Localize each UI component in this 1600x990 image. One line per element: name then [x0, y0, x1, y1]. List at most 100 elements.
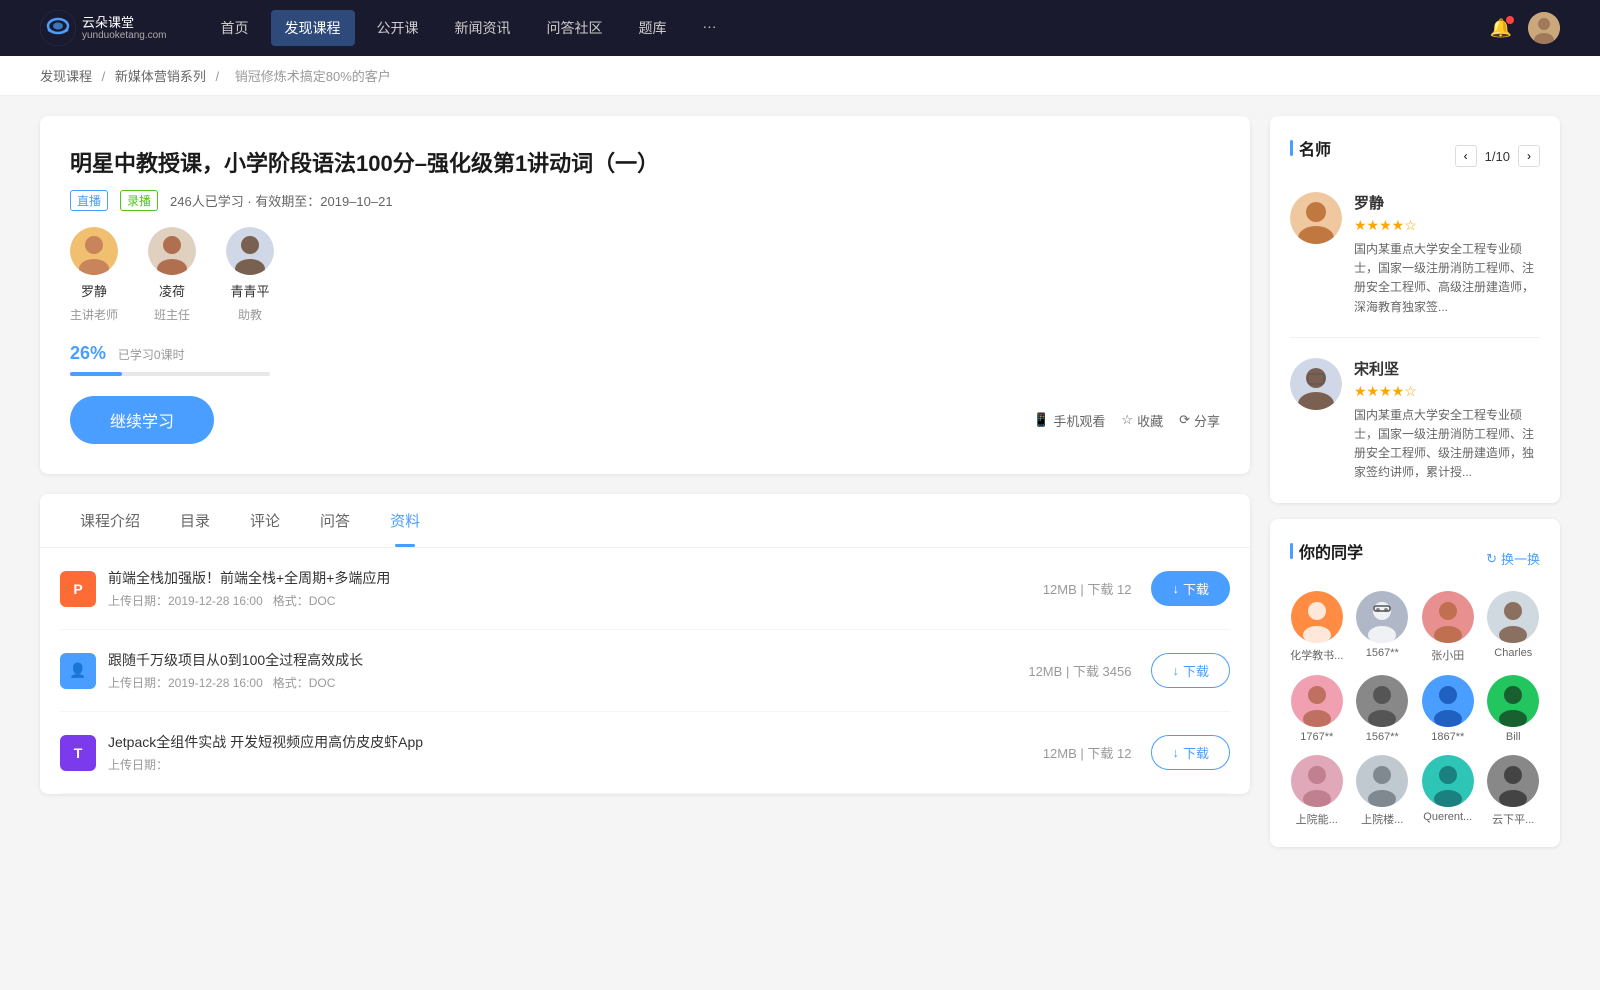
breadcrumb-link-discover[interactable]: 发现课程: [40, 69, 92, 84]
bell-icon[interactable]: 🔔: [1490, 18, 1512, 39]
teachers-prev-button[interactable]: ‹: [1455, 145, 1477, 167]
student-avatar-8: [1487, 675, 1539, 727]
student-item-7: 1867**: [1421, 675, 1475, 743]
teacher-name-1: 罗静: [81, 281, 107, 300]
material-stats-3: 12MB | 下载 12: [1043, 743, 1132, 762]
progress-sub: 已学习0课时: [118, 348, 185, 362]
tabs-section: 课程介绍 目录 评论 问答 资料 P 前端全栈加强版！前端全栈+全周期+多端应用…: [40, 494, 1250, 794]
download-button-2[interactable]: ↓ 下载: [1151, 653, 1230, 688]
tab-review[interactable]: 评论: [230, 494, 300, 547]
collect-button[interactable]: ☆ 收藏: [1121, 411, 1163, 430]
user-avatar-nav[interactable]: [1528, 12, 1560, 44]
student-avatar-5: [1291, 675, 1343, 727]
course-card: 明星中教授课，小学阶段语法100分–强化级第1讲动词（一） 直播 录播 246人…: [40, 116, 1250, 474]
teachers-list: 罗静 主讲老师 凌荷 班主任: [70, 227, 1220, 323]
sidebar-teacher-2: 宋利坚 ★★★★☆ 国内某重点大学安全工程专业硕士，国家一级注册消防工程师、注册…: [1290, 358, 1540, 483]
student-item-9: 上院能...: [1290, 755, 1344, 827]
nav-news[interactable]: 新闻资讯: [441, 10, 525, 46]
teacher-avatar-3: [226, 227, 274, 275]
material-title-3: Jetpack全组件实战 开发短视频应用高仿皮皮虾App: [108, 732, 1043, 752]
material-info-2: 跟随千万级项目从0到100全过程高效成长 上传日期：2019-12-28 16:…: [108, 650, 1028, 691]
course-meta: 直播 录播 246人已学习 · 有效期至：2019–10–21: [70, 190, 1220, 211]
share-button[interactable]: ⟳ 分享: [1179, 411, 1220, 430]
breadcrumb-sep1: /: [102, 69, 109, 84]
badge-live: 直播: [70, 190, 108, 211]
progress-section: 26% 已学习0课时: [70, 343, 1220, 376]
mobile-icon: 📱: [1033, 412, 1049, 428]
download-button-3[interactable]: ↓ 下载: [1151, 735, 1230, 770]
sidebar-teacher-desc-2: 国内某重点大学安全工程专业硕士，国家一级注册消防工程师、注册安全工程师、级注册建…: [1354, 406, 1540, 483]
nav-home[interactable]: 首页: [207, 10, 263, 46]
material-icon-2: 👤: [60, 653, 96, 689]
teachers-next-button[interactable]: ›: [1518, 145, 1540, 167]
material-meta-1: 上传日期：2019-12-28 16:00 格式：DOC: [108, 592, 1043, 609]
download-button-1[interactable]: ↓ 下载: [1151, 571, 1230, 606]
material-stats-1: 12MB | 下载 12: [1043, 579, 1132, 598]
logo-text-block: 云朵课堂 yunduoketang.com: [82, 15, 167, 42]
material-item-2: 👤 跟随千万级项目从0到100全过程高效成长 上传日期：2019-12-28 1…: [60, 630, 1230, 712]
refresh-students-button[interactable]: ↻ 换一换: [1486, 549, 1540, 568]
progress-pct: 26%: [70, 343, 106, 363]
student-name-9: 上院能...: [1296, 811, 1338, 827]
student-item-12: 云下平...: [1487, 755, 1541, 827]
teacher-name-2: 凌荷: [159, 281, 185, 300]
navbar: 云朵课堂 yunduoketang.com 首页 发现课程 公开课 新闻资讯 问…: [0, 0, 1600, 56]
teacher-avatar-1: [70, 227, 118, 275]
logo[interactable]: 云朵课堂 yunduoketang.com: [40, 10, 167, 46]
student-name-7: 1867**: [1431, 731, 1464, 743]
nav-qa[interactable]: 问答社区: [533, 10, 617, 46]
sidebar: 名师 ‹ 1/10 ›: [1270, 116, 1560, 863]
continue-button[interactable]: 继续学习: [70, 396, 214, 444]
badge-record: 录播: [120, 190, 158, 211]
teacher-role-2: 班主任: [154, 306, 190, 323]
material-info-1: 前端全栈加强版！前端全栈+全周期+多端应用 上传日期：2019-12-28 16…: [108, 568, 1043, 609]
breadcrumb-current: 销冠修炼术搞定80%的客户: [235, 69, 391, 84]
teachers-page-info: 1/10: [1485, 149, 1510, 164]
nav-quiz[interactable]: 题库: [625, 10, 681, 46]
teachers-sidebar-card: 名师 ‹ 1/10 ›: [1270, 116, 1560, 503]
nav-open[interactable]: 公开课: [363, 10, 433, 46]
student-item-4: Charles: [1487, 591, 1541, 663]
material-meta-2: 上传日期：2019-12-28 16:00 格式：DOC: [108, 674, 1028, 691]
course-actions: 继续学习 📱 手机观看 ☆ 收藏 ⟳ 分享: [70, 396, 1220, 444]
teacher-role-3: 助教: [238, 306, 262, 323]
notification-dot: [1506, 16, 1514, 24]
logo-icon: [40, 10, 76, 46]
student-avatar-12: [1487, 755, 1539, 807]
student-avatar-10: [1356, 755, 1408, 807]
student-name-bill: Bill: [1506, 731, 1521, 743]
sidebar-teacher-avatar-2: [1290, 358, 1342, 410]
student-avatar-2: [1356, 591, 1408, 643]
refresh-icon: ↻: [1486, 551, 1497, 567]
students-header: 你的同学 ↻ 换一换: [1290, 539, 1540, 579]
nav-more[interactable]: ···: [689, 10, 731, 46]
breadcrumb-link-series[interactable]: 新媒体营销系列: [115, 69, 206, 84]
share-icon: ⟳: [1179, 412, 1190, 428]
student-avatar-1: [1291, 591, 1343, 643]
nav-items: 首页 发现课程 公开课 新闻资讯 问答社区 题库 ···: [207, 10, 1490, 46]
course-title: 明星中教授课，小学阶段语法100分–强化级第1讲动词（一）: [70, 146, 1220, 178]
student-name-3: 张小田: [1431, 647, 1464, 663]
tabs-header: 课程介绍 目录 评论 问答 资料: [40, 494, 1250, 548]
tab-qa[interactable]: 问答: [300, 494, 370, 547]
material-item-3: T Jetpack全组件实战 开发短视频应用高仿皮皮虾App 上传日期： 12M…: [60, 712, 1230, 794]
tab-intro[interactable]: 课程介绍: [60, 494, 160, 547]
student-name-5: 1767**: [1300, 731, 1333, 743]
teacher-role-1: 主讲老师: [70, 306, 118, 323]
student-item-10: 上院楼...: [1356, 755, 1410, 827]
nav-discover[interactable]: 发现课程: [271, 10, 355, 46]
star-icon: ☆: [1121, 412, 1133, 428]
tab-materials[interactable]: 资料: [370, 494, 440, 547]
mobile-watch-button[interactable]: 📱 手机观看: [1033, 411, 1105, 430]
tab-toc[interactable]: 目录: [160, 494, 230, 547]
student-name-11: Querent...: [1423, 811, 1472, 823]
breadcrumb: 发现课程 / 新媒体营销系列 / 销冠修炼术搞定80%的客户: [0, 56, 1600, 96]
sidebar-teacher-name-2: 宋利坚: [1354, 358, 1540, 379]
student-item-8: Bill: [1487, 675, 1541, 743]
student-item-1: 化学教书...: [1290, 591, 1344, 663]
sidebar-teacher-stars-2: ★★★★☆: [1354, 383, 1540, 400]
student-name-charles: Charles: [1494, 647, 1532, 659]
teacher-avatar-2: [148, 227, 196, 275]
material-icon-1: P: [60, 571, 96, 607]
sidebar-teacher-info-1: 罗静 ★★★★☆ 国内某重点大学安全工程专业硕士，国家一级注册消防工程师、注册安…: [1354, 192, 1540, 317]
